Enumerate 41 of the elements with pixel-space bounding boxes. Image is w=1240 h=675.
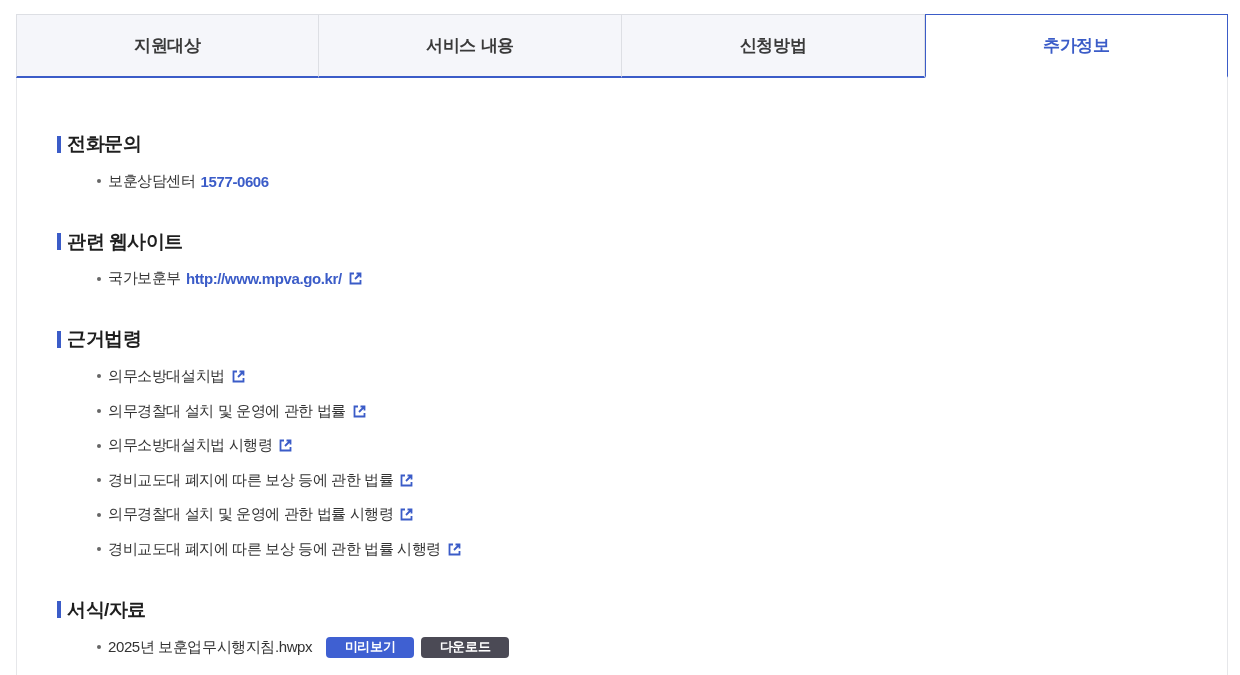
- law-link[interactable]: 경비교도대 폐지에 따른 보상 등에 관한 법률 시행령: [108, 539, 441, 559]
- file-name: 2025년 보훈업무시행지침.hwpx: [108, 637, 313, 657]
- bullet-icon: [97, 512, 101, 517]
- external-link-icon[interactable]: [352, 404, 366, 418]
- bullet-icon: [97, 409, 101, 414]
- heading-bar-icon: [57, 135, 61, 153]
- law-link[interactable]: 의무소방대설치법: [108, 367, 225, 386]
- external-link-icon[interactable]: [400, 508, 414, 522]
- bullet-icon: [97, 276, 101, 281]
- bullet-icon: [97, 478, 101, 483]
- tab[interactable]: 서비스 내용: [319, 14, 622, 78]
- heading-bar-icon: [57, 601, 61, 619]
- section-heading: 전화문의: [67, 132, 141, 156]
- external-link-icon[interactable]: [400, 473, 414, 487]
- law-link[interactable]: 의무소방대설치법 시행령: [108, 436, 273, 456]
- tab[interactable]: 신청방법: [622, 14, 925, 78]
- section-heading: 근거법령: [67, 327, 141, 352]
- external-link-icon[interactable]: [448, 542, 461, 556]
- item-label: 보훈상담센터: [108, 171, 196, 191]
- heading-bar-icon: [57, 330, 61, 348]
- website-link[interactable]: http://www.mpva.go.kr/: [186, 270, 342, 288]
- law-link[interactable]: 의무경찰대 설치 및 운영에 관한 법률: [108, 401, 346, 421]
- bullet-icon: [97, 547, 101, 552]
- external-link-icon[interactable]: [279, 439, 293, 453]
- download-button[interactable]: 다운로드: [421, 636, 510, 658]
- section-heading: 서식/자료: [67, 597, 146, 622]
- law-link[interactable]: 의무경찰대 설치 및 운영에 관한 법률 시행령: [108, 505, 394, 525]
- bullet-icon: [97, 443, 101, 448]
- item-label: 국가보훈부: [108, 269, 181, 289]
- external-link-icon[interactable]: [231, 370, 245, 383]
- phone-number: 1577-0606: [200, 172, 269, 190]
- heading-bar-icon: [57, 233, 61, 251]
- tab[interactable]: 지원대상: [16, 14, 319, 78]
- law-link[interactable]: 경비교도대 폐지에 따른 보상 등에 관한 법률: [108, 470, 394, 490]
- tab[interactable]: 추가정보: [925, 14, 1228, 78]
- section-heading: 관련 웹사이트: [67, 229, 183, 254]
- bullet-icon: [97, 645, 101, 650]
- preview-button[interactable]: 미리보기: [326, 636, 415, 658]
- external-link-icon[interactable]: [348, 272, 362, 286]
- bullet-icon: [97, 179, 101, 184]
- bullet-icon: [97, 374, 101, 379]
